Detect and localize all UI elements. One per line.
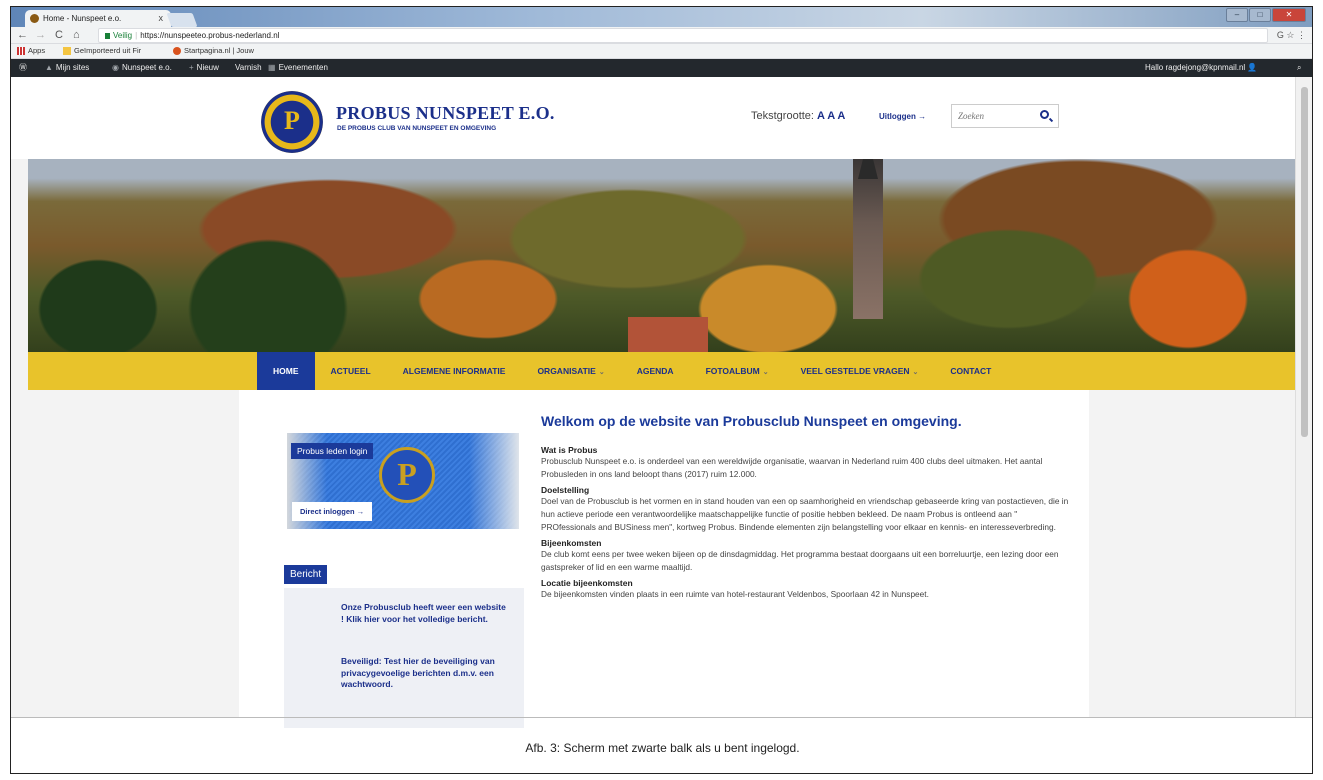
section-text: Doel van de Probusclub is het vormen en … [541, 496, 1069, 532]
wp-varnish[interactable]: Varnish [235, 59, 262, 77]
section-heading: Wat is Probus [541, 445, 598, 455]
minimize-icon[interactable]: – [1226, 8, 1248, 22]
text-size-options[interactable]: A A A [817, 110, 845, 122]
probus-logo[interactable]: P [261, 91, 323, 153]
section-text: De bijeenkomsten vinden plaats in een ru… [541, 589, 929, 599]
bericht-heading: Bericht [284, 565, 328, 584]
close-window-icon[interactable]: ✕ [1272, 8, 1306, 22]
chevron-down-icon: ⌄ [762, 369, 769, 376]
wp-site-name[interactable]: ◉ Nunspeet e.o. [112, 59, 172, 77]
page-scrollbar[interactable] [1295, 77, 1312, 717]
reload-icon[interactable]: C [55, 28, 63, 43]
figure-caption: Afb. 3: Scherm met zwarte balk als u ben… [525, 741, 800, 755]
home-icon[interactable]: ⌂ [73, 28, 80, 43]
main-navigation: HOME ACTUEEL ALGEMENE INFORMATIE ORGANIS… [28, 352, 1297, 390]
section-heading: Doelstelling [541, 485, 590, 495]
site-subtitle: DE PROBUS CLUB VAN NUNSPEET EN OMGEVING [337, 125, 497, 132]
search-box [951, 104, 1059, 128]
plus-icon: + [189, 63, 194, 72]
bookmark-apps[interactable]: Apps [17, 44, 45, 58]
startpagina-icon [173, 47, 181, 56]
church-tower [853, 159, 883, 319]
text-size-control: Tekstgrootte: A A A [751, 110, 846, 122]
favicon-icon [30, 14, 39, 23]
logout-link[interactable]: Uitloggen → [879, 112, 926, 121]
search-input[interactable] [952, 105, 1028, 127]
url-input[interactable]: Veilig | https://nunspeeteo.probus-nederla… [98, 28, 1268, 43]
news-item[interactable]: Beveiligd: Test hier de beveiliging van … [341, 656, 511, 691]
nav-home[interactable]: HOME [257, 352, 315, 390]
chevron-down-icon: ⌄ [598, 369, 605, 376]
section-text: Probusclub Nunspeet e.o. is onderdeel va… [541, 456, 1043, 479]
divider [11, 717, 1312, 718]
bookmark-imported[interactable]: Geïmporteerd uit Fir [63, 44, 141, 58]
wp-evenementen[interactable]: ▦ Evenementen [268, 59, 328, 77]
address-bar: ← → C ⌂ Veilig | https://nunspeeteo.probus… [11, 27, 1312, 44]
user-icon: 👤 [1247, 63, 1258, 72]
secure-label: Veilig [113, 31, 133, 40]
nav-organisatie[interactable]: ORGANISATIE ⌄ [521, 352, 620, 390]
wp-admin-bar: Ⓦ ▲ Mijn sites ◉ Nunspeet e.o. + Nieuw Varn… [11, 59, 1312, 77]
wp-new[interactable]: + Nieuw [189, 59, 219, 77]
site-header: P PROBUS NUNSPEET E.O. DE PROBUS CLUB VA… [11, 77, 1297, 159]
nav-veel-gestelde-vragen[interactable]: VEEL GESTELDE VRAGEN ⌄ [785, 352, 935, 390]
nav-contact[interactable]: CONTACT [934, 352, 1007, 390]
section-heading: Locatie bijeenkomsten [541, 578, 633, 588]
forward-icon[interactable]: → [35, 28, 46, 43]
folder-icon [63, 47, 71, 56]
nav-actueel[interactable]: ACTUEEL [315, 352, 387, 390]
wp-search-icon[interactable]: ⌕ [1297, 59, 1301, 77]
tab-close-icon[interactable]: x [159, 10, 164, 27]
extensions-icons[interactable]: G ☆ ⋮ [1277, 28, 1306, 43]
search-icon[interactable] [1040, 110, 1049, 119]
scrollbar-thumb[interactable] [1301, 87, 1308, 437]
sites-icon: ▲ [45, 63, 53, 72]
direct-login-button[interactable]: Direct inloggen → [292, 502, 373, 521]
tab-title: Home - Nunspeet e.o. [43, 14, 122, 23]
content-area: P Probus leden login Direct inloggen → B… [239, 390, 1089, 728]
section-heading: Bijeenkomsten [541, 538, 602, 548]
page-title: Welkom op de website van Probusclub Nuns… [541, 413, 962, 429]
main-article: Welkom op de website van Probusclub Nuns… [541, 413, 1071, 603]
house-roof [628, 317, 708, 352]
nav-algemene-informatie[interactable]: ALGEMENE INFORMATIE [387, 352, 522, 390]
maximize-icon[interactable]: □ [1249, 8, 1271, 22]
probus-coin-icon: P [379, 447, 435, 503]
chevron-down-icon: ⌄ [912, 369, 919, 376]
bookmarks-bar: Apps Geïmporteerd uit Fir Startpagina.nl… [11, 44, 1312, 59]
nav-fotoalbum[interactable]: FOTOALBUM ⌄ [690, 352, 785, 390]
wp-user-greeting[interactable]: Hallo ragdejong@kpnmail.nl 👤 [1145, 59, 1260, 77]
wordpress-logo-icon[interactable]: Ⓦ [19, 59, 27, 77]
lock-icon [105, 32, 110, 39]
login-label: Probus leden login [291, 443, 374, 459]
nav-agenda[interactable]: AGENDA [621, 352, 690, 390]
news-list: Onze Probusclub heeft weer een website !… [284, 588, 524, 728]
window-controls: – □ ✕ [1226, 8, 1306, 22]
wp-mijn-sites[interactable]: ▲ Mijn sites [45, 59, 89, 77]
site-title[interactable]: PROBUS NUNSPEET E.O. [336, 103, 555, 124]
apps-grid-icon [17, 47, 25, 56]
browser-tab[interactable]: Home - Nunspeet e.o. x [25, 10, 171, 27]
dashboard-icon: ◉ [112, 63, 119, 72]
news-item[interactable]: Onze Probusclub heeft weer een website !… [341, 602, 511, 625]
web-page: P PROBUS NUNSPEET E.O. DE PROBUS CLUB VA… [11, 77, 1297, 728]
calendar-icon: ▦ [268, 63, 276, 72]
section-text: De club komt eens per twee weken bijeen … [541, 549, 1059, 572]
screenshot-frame: Home - Nunspeet e.o. x – □ ✕ ← → C ⌂ Vei… [10, 6, 1313, 774]
back-icon[interactable]: ← [17, 28, 28, 43]
url-text: https://nunspeeteo.probus-nederland.nl [140, 31, 280, 40]
window-titlebar: Home - Nunspeet e.o. x – □ ✕ [11, 7, 1312, 27]
hero-banner-image [28, 159, 1297, 352]
new-tab-button[interactable] [166, 13, 198, 27]
bookmark-startpagina[interactable]: Startpagina.nl | Jouw [173, 44, 254, 58]
